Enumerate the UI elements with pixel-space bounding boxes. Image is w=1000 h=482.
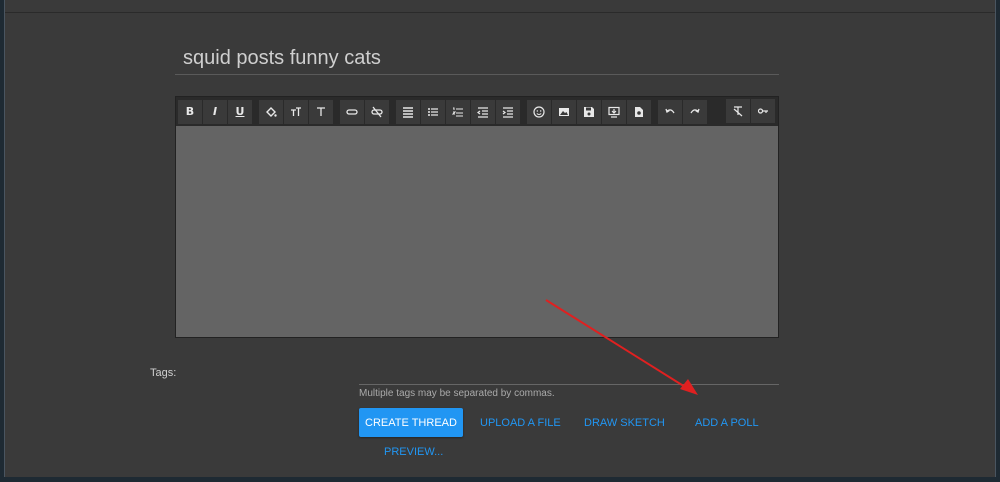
unlink-icon[interactable] [365,99,389,124]
preview-button[interactable]: PREVIEW... [384,437,443,466]
fill-color-icon[interactable] [259,99,283,124]
insert-media-icon[interactable] [602,99,626,124]
key-icon[interactable] [751,99,775,123]
align-justify-icon[interactable] [396,99,420,124]
undo-icon[interactable] [658,99,682,124]
underline-button[interactable]: U [228,99,252,124]
font-size-icon[interactable] [284,99,308,124]
editor-text-area[interactable] [176,126,778,337]
tags-label: Tags: [150,367,177,379]
clear-formatting-icon[interactable] [726,99,750,123]
tags-hint: Multiple tags may be separated by commas… [359,388,555,399]
draw-sketch-button[interactable]: DRAW SKETCH [584,408,665,437]
save-icon[interactable] [577,99,601,124]
rich-text-editor: B I U [175,96,779,338]
italic-button[interactable]: I [203,99,227,124]
numbered-list-icon[interactable] [446,99,470,124]
emoji-icon[interactable] [527,99,551,124]
upload-file-button[interactable]: UPLOAD A FILE [480,408,561,437]
tags-input[interactable] [359,363,779,385]
file-icon[interactable] [627,99,651,124]
thread-title-input[interactable]: squid posts funny cats [175,44,779,75]
add-poll-button[interactable]: ADD A POLL [695,408,759,437]
redo-icon[interactable] [683,99,707,124]
text-style-icon[interactable] [309,99,333,124]
outdent-icon[interactable] [471,99,495,124]
top-bar [5,0,995,13]
bold-button[interactable]: B [178,99,202,124]
editor-toolbar: B I U [176,97,778,126]
bullet-list-icon[interactable] [421,99,445,124]
link-icon[interactable] [340,99,364,124]
indent-icon[interactable] [496,99,520,124]
image-icon[interactable] [552,99,576,124]
create-thread-button[interactable]: CREATE THREAD [359,408,463,437]
